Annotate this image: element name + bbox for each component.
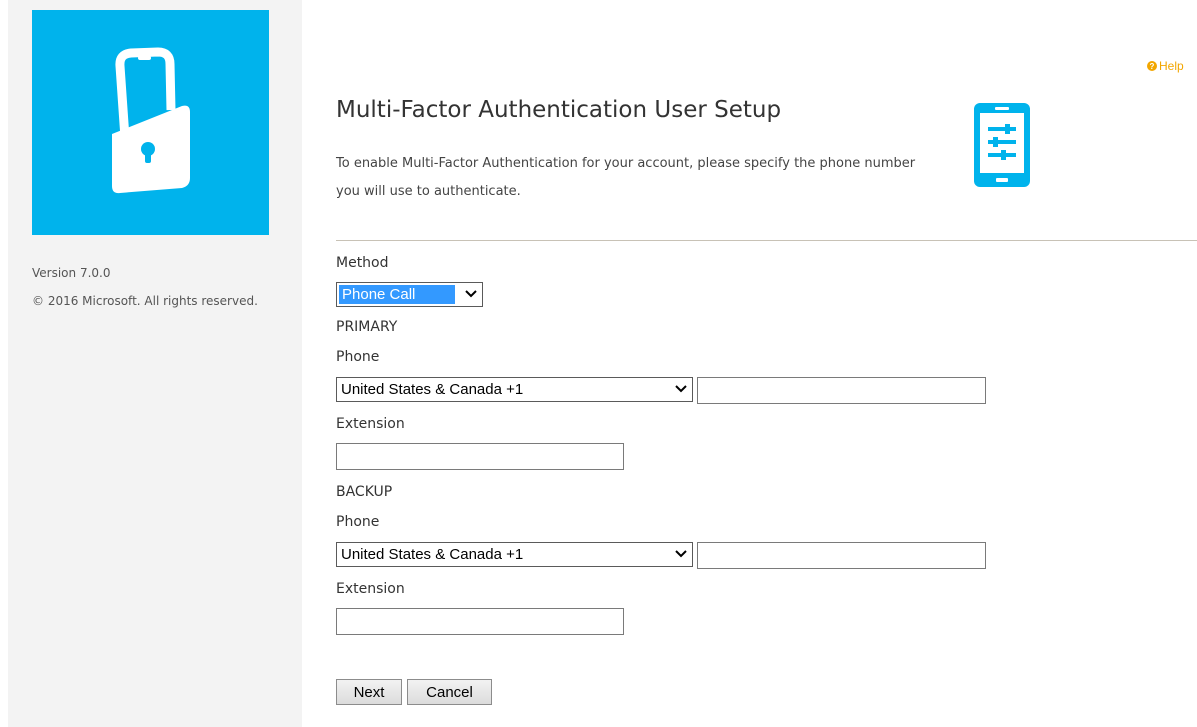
backup-country-value: United States & Canada +1 — [341, 546, 524, 563]
backup-country-select[interactable]: United States & Canada +1 — [336, 542, 693, 567]
version-text: Version 7.0.0 — [32, 266, 111, 280]
help-label: Help — [1159, 59, 1184, 73]
primary-country-select[interactable]: United States & Canada +1 — [336, 377, 693, 402]
primary-phone-label: Phone — [336, 349, 380, 365]
section-divider — [336, 240, 1197, 241]
padlock-phone-icon — [112, 47, 190, 194]
help-question-icon: ? — [1147, 61, 1157, 71]
cancel-button[interactable]: Cancel — [407, 679, 492, 705]
primary-extension-label: Extension — [336, 416, 405, 432]
chevron-down-icon — [675, 550, 687, 558]
next-button[interactable]: Next — [336, 679, 402, 705]
method-select[interactable]: Phone Call — [336, 282, 483, 307]
method-label: Method — [336, 255, 389, 271]
chevron-down-icon — [465, 290, 477, 298]
primary-section-label: PRIMARY — [336, 319, 398, 335]
chevron-down-icon — [675, 385, 687, 393]
page-description: To enable Multi-Factor Authentication fo… — [336, 156, 916, 199]
method-selected-value: Phone Call — [339, 285, 455, 304]
page-title: Multi-Factor Authentication User Setup — [336, 97, 782, 123]
help-link[interactable]: ? Help — [1147, 59, 1184, 73]
mfa-logo — [32, 10, 269, 235]
copyright-text: © 2016 Microsoft. All rights reserved. — [32, 294, 258, 308]
primary-country-value: United States & Canada +1 — [341, 381, 524, 398]
backup-extension-label: Extension — [336, 581, 405, 597]
backup-phone-input[interactable] — [697, 542, 986, 569]
primary-extension-input[interactable] — [336, 443, 624, 470]
backup-section-label: BACKUP — [336, 484, 393, 500]
mobile-settings-icon — [974, 103, 1030, 187]
backup-extension-input[interactable] — [336, 608, 624, 635]
backup-phone-label: Phone — [336, 514, 380, 530]
primary-phone-input[interactable] — [697, 377, 986, 404]
